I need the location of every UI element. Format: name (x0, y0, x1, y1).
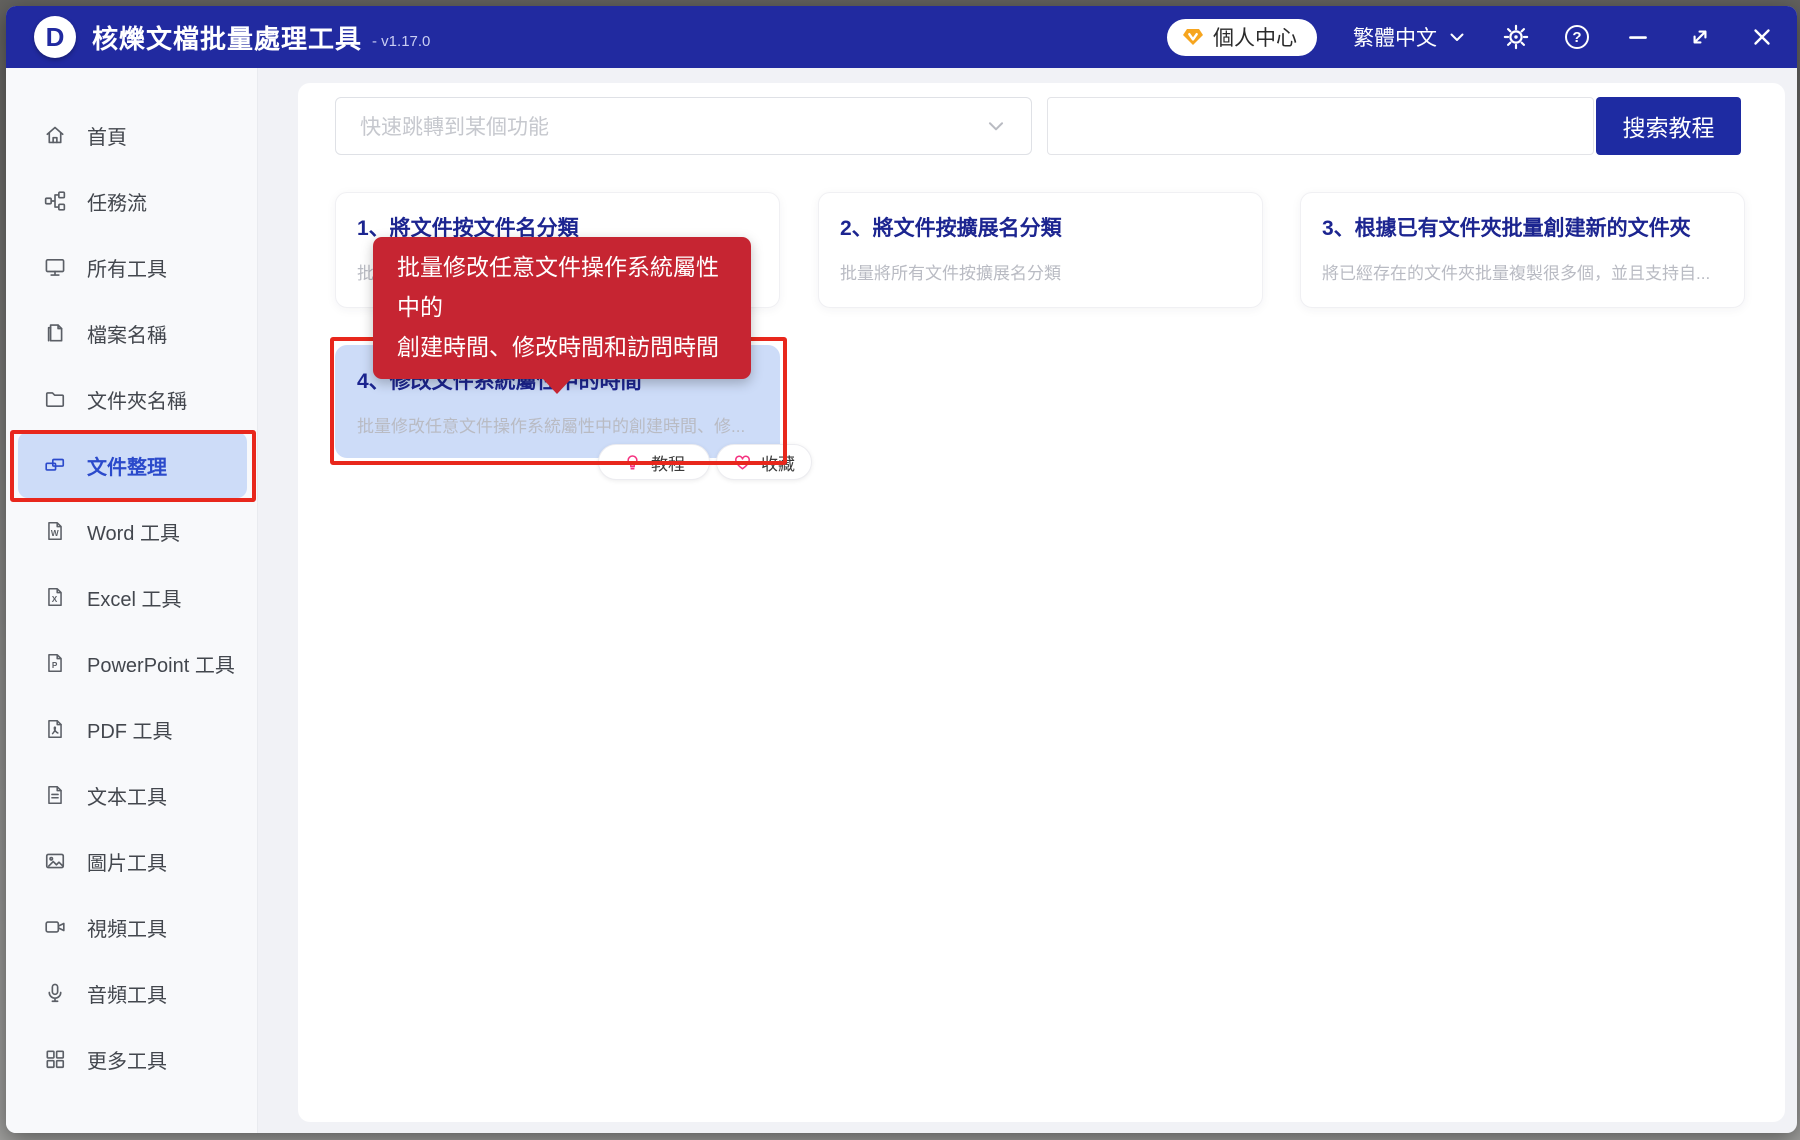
image-icon (44, 850, 66, 872)
organize-icon (44, 454, 66, 476)
personal-center-label: 個人中心 (1213, 22, 1297, 52)
sidebar-item-powerpoint-tools[interactable]: P PowerPoint 工具 (6, 630, 257, 696)
tutorial-button[interactable]: 教程 (598, 444, 710, 480)
personal-center-button[interactable]: 個人中心 (1167, 19, 1317, 56)
sidebar-item-label: PDF 工具 (87, 715, 173, 744)
sidebar-item-all-tools[interactable]: 所有工具 (6, 234, 257, 300)
folder-icon (44, 388, 66, 410)
minimize-button[interactable] (1625, 24, 1651, 50)
sidebar-item-organize[interactable]: 文件整理 (18, 432, 247, 498)
grid-more-icon (44, 1048, 66, 1070)
sidebar: 首頁 任務流 所有工具 檔案名稱 (6, 68, 258, 1133)
sidebar-item-label: 視頻工具 (87, 913, 167, 942)
sidebar-item-label: 檔案名稱 (87, 319, 167, 348)
close-button[interactable] (1749, 24, 1775, 50)
svg-text:X: X (52, 595, 58, 604)
lightbulb-icon (623, 453, 642, 472)
sidebar-item-label: 任務流 (87, 187, 147, 216)
app-window: D 核爍文檔批量處理工具 - v1.17.0 個人中心 繁體中文 (6, 6, 1797, 1133)
flow-icon (44, 190, 66, 212)
sidebar-item-label: 圖片工具 (87, 847, 167, 876)
sidebar-item-label: Word 工具 (87, 517, 180, 546)
sidebar-item-label: 更多工具 (87, 1045, 167, 1074)
app-logo: D (34, 16, 76, 58)
microphone-icon (44, 982, 66, 1004)
language-selector[interactable]: 繁體中文 (1353, 22, 1467, 52)
tooltip-line-2: 創建時間、修改時間和訪問時間 (397, 327, 727, 367)
chevron-down-icon (1447, 27, 1467, 47)
sidebar-item-label: 首頁 (87, 121, 127, 150)
tooltip-modify-times: 批量修改任意文件操作系統屬性中的 創建時間、修改時間和訪問時間 (373, 237, 751, 379)
sidebar-item-label: Excel 工具 (87, 583, 181, 612)
tool-card-desc: 將已經存在的文件夾批量複製很多個，並且支持自... (1322, 259, 1723, 284)
sidebar-item-taskflow[interactable]: 任務流 (6, 168, 257, 234)
quick-jump-placeholder: 快速跳轉到某個功能 (360, 111, 985, 141)
sidebar-item-video-tools[interactable]: 視頻工具 (6, 894, 257, 960)
tutorial-search-input[interactable] (1047, 97, 1594, 155)
text-doc-icon (44, 784, 66, 806)
sidebar-item-audio-tools[interactable]: 音頻工具 (6, 960, 257, 1026)
word-doc-icon: W (44, 520, 66, 542)
tool-card-classify-by-extension[interactable]: 2、將文件按擴展名分類 批量將所有文件按擴展名分類 (818, 192, 1263, 308)
tooltip-line-1: 批量修改任意文件操作系統屬性中的 (397, 247, 727, 327)
tutorial-label: 教程 (651, 450, 685, 475)
sidebar-item-label: PowerPoint 工具 (87, 649, 235, 678)
sidebar-item-image-tools[interactable]: 圖片工具 (6, 828, 257, 894)
tool-card-title: 2、將文件按擴展名分類 (840, 212, 1241, 242)
chevron-down-icon (985, 115, 1007, 137)
sidebar-item-more-tools[interactable]: 更多工具 (6, 1026, 257, 1092)
pdf-doc-icon (44, 718, 66, 740)
tooltip-arrow (543, 379, 571, 394)
language-label: 繁體中文 (1353, 22, 1437, 52)
sidebar-item-label: 所有工具 (87, 253, 167, 282)
sidebar-item-text-tools[interactable]: 文本工具 (6, 762, 257, 828)
home-icon (44, 124, 66, 146)
gear-icon[interactable] (1503, 24, 1529, 50)
sidebar-item-file-name[interactable]: 檔案名稱 (6, 300, 257, 366)
sidebar-item-excel-tools[interactable]: X Excel 工具 (6, 564, 257, 630)
tool-card-create-folders[interactable]: 3、根據已有文件夾批量創建新的文件夾 將已經存在的文件夾批量複製很多個，並且支持… (1300, 192, 1745, 308)
svg-text:P: P (52, 661, 58, 670)
sidebar-item-label: 音頻工具 (87, 979, 167, 1008)
monitor-icon (44, 256, 66, 278)
favorite-button[interactable]: 收藏 (716, 444, 812, 480)
favorite-label: 收藏 (761, 450, 795, 475)
sidebar-item-home[interactable]: 首頁 (6, 102, 257, 168)
tool-card-title: 3、根據已有文件夾批量創建新的文件夾 (1322, 212, 1723, 242)
help-icon[interactable]: ? (1565, 25, 1589, 49)
svg-text:W: W (51, 529, 59, 538)
file-name-icon (44, 322, 66, 344)
maximize-button[interactable] (1687, 24, 1713, 50)
quick-jump-select[interactable]: 快速跳轉到某個功能 (335, 97, 1032, 155)
sidebar-item-label: 文本工具 (87, 781, 167, 810)
app-version: - v1.17.0 (372, 33, 430, 50)
sidebar-item-label: 文件整理 (87, 451, 167, 480)
sidebar-item-word-tools[interactable]: W Word 工具 (6, 498, 257, 564)
sidebar-item-folder-name[interactable]: 文件夾名稱 (6, 366, 257, 432)
excel-doc-icon: X (44, 586, 66, 608)
tool-card-desc: 批量修改任意文件操作系統屬性中的創建時間、修... (357, 412, 758, 437)
video-icon (44, 916, 66, 938)
powerpoint-doc-icon: P (44, 652, 66, 674)
sidebar-item-pdf-tools[interactable]: PDF 工具 (6, 696, 257, 762)
gem-icon (1181, 25, 1205, 49)
search-tutorial-button[interactable]: 搜索教程 (1596, 97, 1741, 155)
titlebar: D 核爍文檔批量處理工具 - v1.17.0 個人中心 繁體中文 (6, 6, 1797, 68)
app-title: 核爍文檔批量處理工具 (92, 19, 362, 56)
tool-card-desc: 批量將所有文件按擴展名分類 (840, 259, 1241, 284)
sidebar-item-label: 文件夾名稱 (87, 385, 187, 414)
heart-icon (733, 453, 752, 472)
